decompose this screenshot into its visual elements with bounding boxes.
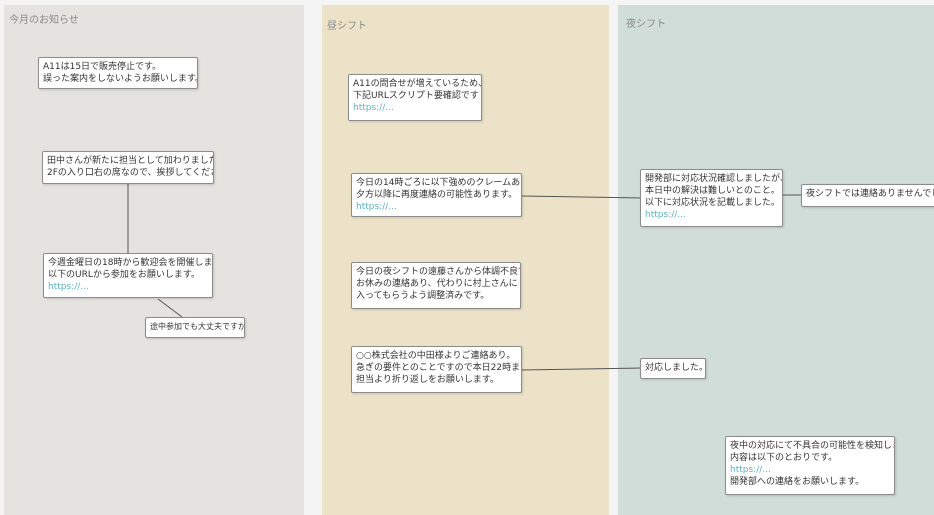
card-text-line: 本日中の解決は難しいとのこと。 (645, 186, 780, 196)
card-link[interactable]: https://... (356, 201, 517, 213)
card-text-line: 途中参加でも大丈夫ですか？ (150, 322, 245, 331)
card-link[interactable]: https://... (48, 281, 208, 293)
card-text-line: お休みの連絡あり、代わりに村上さんに (356, 279, 518, 289)
card-welcome-party[interactable]: 今週金曜日の18時から歓迎会を開催します。 以下のURLから参加をお願いします。 h… (43, 253, 213, 298)
card-midnight-bug[interactable]: 夜中の対応にて不具合の可能性を検知しました。内容は以下のとおりです。https:… (725, 436, 895, 495)
card-text-line: 誤った案内をしないようお願いします。 (43, 74, 198, 84)
card-dev-check[interactable]: 開発部に対応状況確認しましたが、 本日中の解決は難しいとのこと。 以下に対応状況を記… (640, 169, 783, 227)
card-claim-14[interactable]: 今日の14時ごろに以下強めのクレームあり、 夕方以降に再度連絡の可能性あります。 h… (351, 173, 522, 217)
column-title: 昼シフト (327, 21, 367, 32)
card-text-line: 内容は以下のとおりです。 (730, 453, 838, 463)
card-text-line: 担当より折り返しをお願いします。 (356, 375, 499, 385)
card-text-line: 2Fの入り口右の席なので、挨拶してください (47, 168, 214, 178)
card-link[interactable]: https://... (645, 209, 778, 221)
card-text-line: A11は15日で販売停止です。 (43, 62, 162, 72)
card-a11-stop[interactable]: A11は15日で販売停止です。誤った案内をしないようお願いします。 (38, 57, 198, 89)
card-text-line: 開発部への連絡をお願いします。 (730, 477, 865, 487)
card-text-line: 夜中の対応にて不具合の可能性を検知しました。 (730, 441, 894, 451)
card-night-no-contact[interactable]: 夜シフトでは連絡ありませんでした。 (801, 184, 934, 207)
card-link[interactable]: https://... (730, 464, 890, 476)
card-text-line: 夕方以降に再度連絡の可能性あります。 (356, 190, 518, 200)
card-text-line: 田中さんが新たに担当として加わりました。 (47, 156, 214, 166)
card-text-line: 下記URLスクリプト要確認です (353, 91, 479, 101)
card-a11-inquiry[interactable]: A11の問合せが増えているため、 下記URLスクリプト要確認です https://.… (348, 74, 482, 121)
column-title: 夜シフト (626, 19, 666, 30)
shift-board: 今月のお知らせ 昼シフト 夜シフト A11は15日で販売停止です。誤った案内をし… (0, 0, 934, 515)
card-link[interactable]: https://... (353, 102, 477, 114)
card-text-line: 今週金曜日の18時から歓迎会を開催します。 (48, 258, 213, 268)
column-title: 今月のお知らせ (9, 15, 79, 26)
card-text-line: 入ってもらうよう調整済みです。 (356, 291, 490, 301)
card-text-line: 以下に対応状況を記載しました。 (645, 198, 781, 208)
card-text-line: 開発部に対応状況確認しましたが、 (645, 174, 783, 184)
card-text-line: ○○株式会社の中田様よりご連絡あり。 (356, 351, 516, 361)
card-text-line: 急ぎの要件とのことですので本日22時までに (356, 363, 522, 373)
card-text-line: 夜シフトでは連絡ありませんでした。 (806, 189, 934, 199)
card-nakata[interactable]: ○○株式会社の中田様よりご連絡あり。 急ぎの要件とのことですので本日22時までに担… (351, 346, 522, 393)
card-text-line: 対応しました。 (645, 363, 706, 373)
card-text-line: 今日の14時ごろに以下強めのクレームあり、 (356, 178, 522, 188)
card-text-line: 以下のURLから参加をお願いします。 (48, 270, 200, 280)
card-join-midway[interactable]: 途中参加でも大丈夫ですか？ (145, 317, 245, 338)
card-text-line: 今日の夜シフトの遠藤さんから体調不良で (356, 267, 521, 277)
card-handled[interactable]: 対応しました。 (640, 358, 706, 379)
card-text-line: A11の問合せが増えているため、 (353, 79, 482, 89)
card-endo-sick[interactable]: 今日の夜シフトの遠藤さんから体調不良で お休みの連絡あり、代わりに村上さんに 入って… (351, 262, 521, 309)
card-tanaka[interactable]: 田中さんが新たに担当として加わりました。 2Fの入り口右の席なので、挨拶してくださ… (42, 151, 214, 184)
